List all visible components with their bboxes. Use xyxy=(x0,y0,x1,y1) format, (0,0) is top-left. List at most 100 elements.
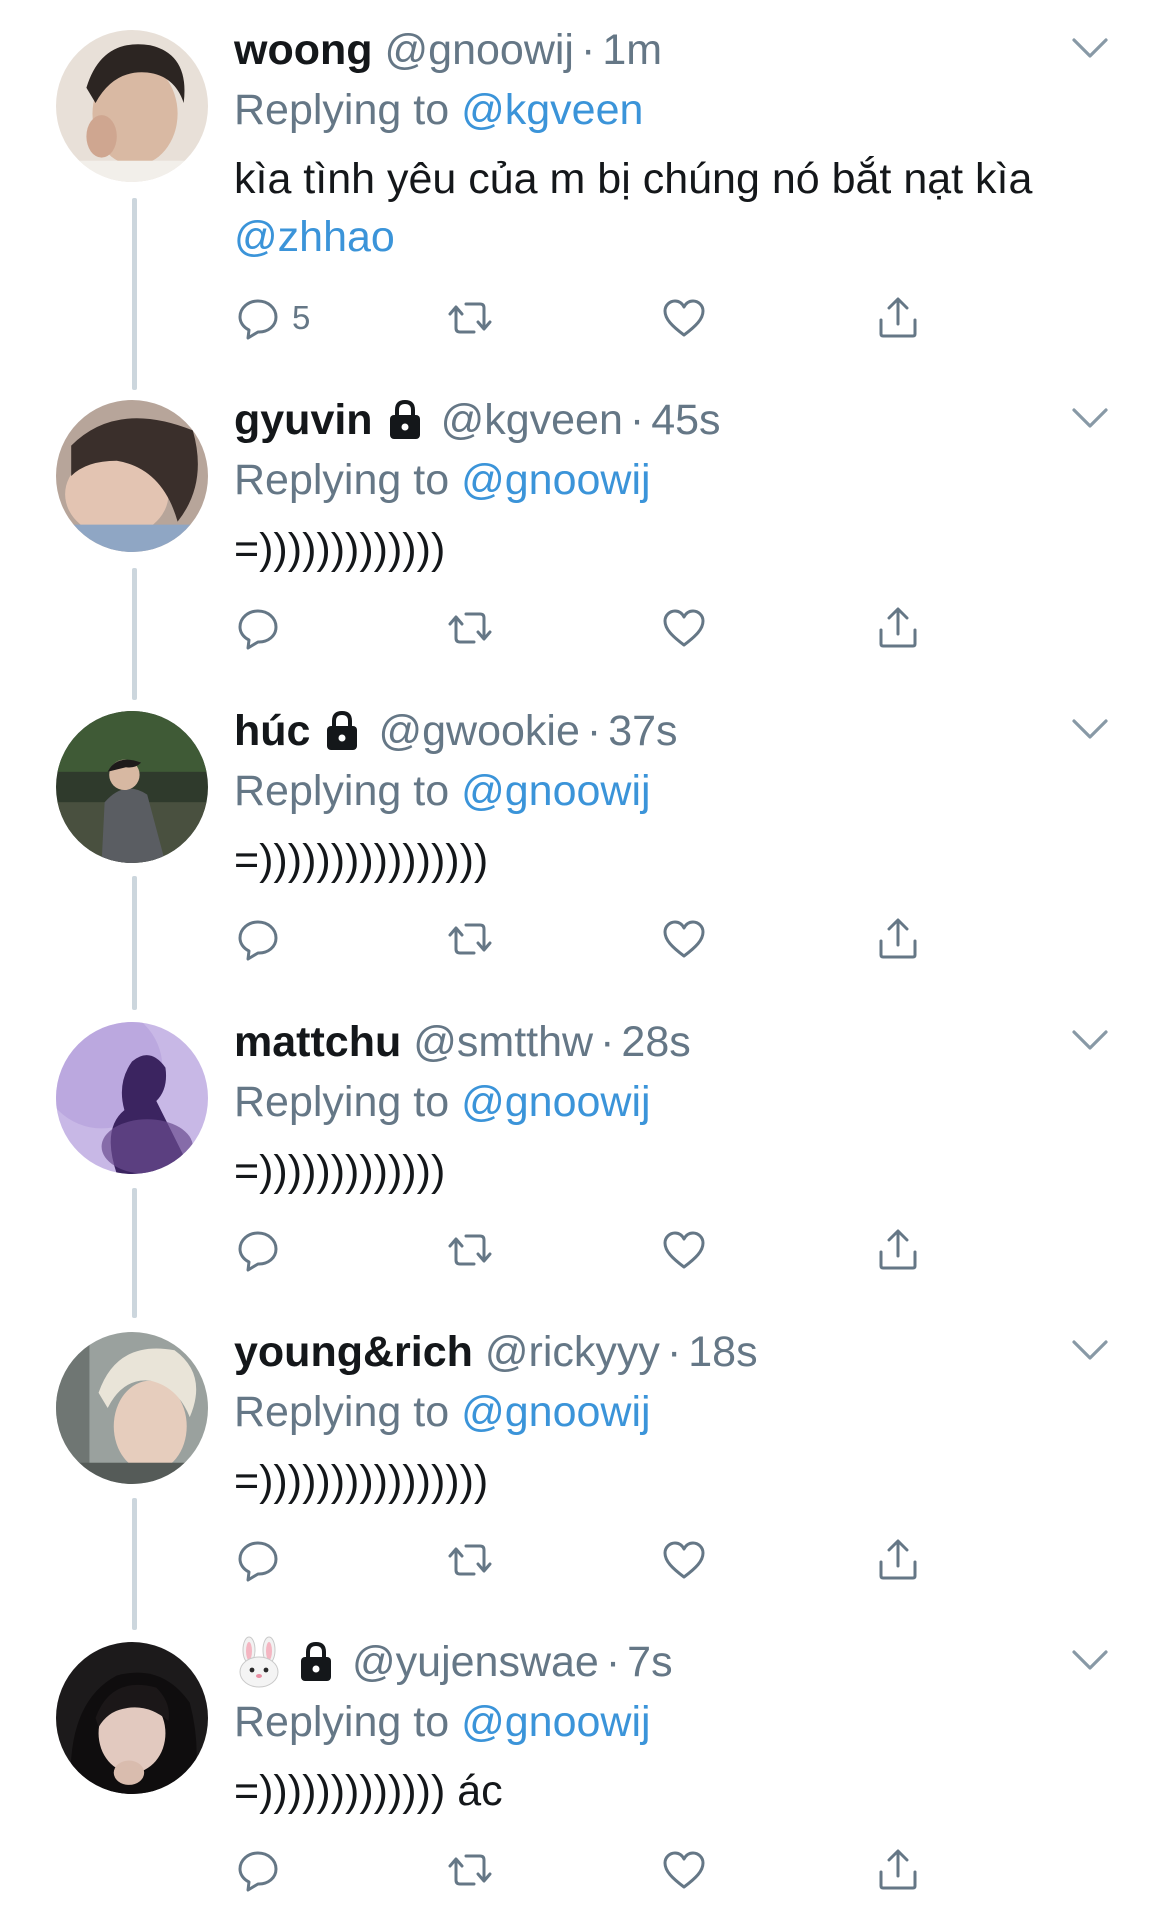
replying-to-line: Replying to @kgveen xyxy=(234,82,643,138)
reply-button[interactable]: 5 xyxy=(234,290,310,346)
replying-to-mention[interactable]: @gnoowij xyxy=(461,1698,650,1746)
comment-bubble-icon xyxy=(238,920,278,961)
tweet[interactable]: young&rich @rickyyy · 18s Replying to @g… xyxy=(0,1302,1162,1612)
display-name[interactable]: woong xyxy=(234,22,373,78)
avatar[interactable] xyxy=(56,1022,208,1174)
tweet[interactable]: mattchu @smtthw · 28s Replying to @gnoow… xyxy=(0,992,1162,1302)
reply-button[interactable] xyxy=(234,911,282,967)
chevron-down-icon[interactable] xyxy=(1070,34,1110,62)
share-button[interactable] xyxy=(874,600,922,656)
retweet-button[interactable] xyxy=(446,1842,494,1898)
reply-button[interactable] xyxy=(234,1842,282,1898)
replying-prefix: Replying to xyxy=(234,1698,450,1746)
replying-to-line: Replying to @gnoowij xyxy=(234,1384,651,1440)
replying-to-line: Replying to @gnoowij xyxy=(234,452,651,508)
reply-thread: woong @gnoowij · 1m Replying to @kgveen … xyxy=(0,0,1162,1920)
like-button[interactable] xyxy=(660,1532,708,1588)
action-bar: 5 xyxy=(234,290,954,346)
share-button[interactable] xyxy=(874,1222,922,1278)
separator-dot: · xyxy=(666,1328,682,1376)
reply-button[interactable] xyxy=(234,1222,282,1278)
tweet-text-mention[interactable]: @zhhao xyxy=(234,213,395,261)
avatar[interactable] xyxy=(56,1642,208,1794)
replying-prefix: Replying to xyxy=(234,1078,450,1126)
tweet-header: mattchu @smtthw · 28s xyxy=(234,1014,691,1070)
timestamp[interactable]: 28s xyxy=(621,1014,690,1070)
tweet-text: =))))))))))))) ác xyxy=(234,1762,1094,1820)
replying-to-mention[interactable]: @gnoowij xyxy=(461,767,650,815)
retweet-icon xyxy=(448,612,492,644)
display-name[interactable]: young&rich xyxy=(234,1324,473,1380)
display-name[interactable]: mattchu xyxy=(234,1014,401,1070)
share-button[interactable] xyxy=(874,1842,922,1898)
retweet-icon xyxy=(448,1544,492,1576)
display-name[interactable]: húc xyxy=(234,703,310,759)
timestamp[interactable]: 45s xyxy=(651,392,720,448)
like-button[interactable] xyxy=(660,1842,708,1898)
avatar-image xyxy=(56,711,208,863)
chevron-down-icon[interactable] xyxy=(1070,404,1110,432)
timestamp[interactable]: 37s xyxy=(608,703,677,759)
timestamp[interactable]: 1m xyxy=(602,22,662,78)
tweet[interactable]: @yujenswae · 7s Replying to @gnoowij =))… xyxy=(0,1612,1162,1922)
tweet[interactable]: gyuvin @kgveen · 45s Replying to @gnoowi… xyxy=(0,370,1162,680)
replying-to-line: Replying to @gnoowij xyxy=(234,763,651,819)
share-button[interactable] xyxy=(874,290,922,346)
share-button[interactable] xyxy=(874,911,922,967)
like-button[interactable] xyxy=(660,1222,708,1278)
comment-bubble-icon xyxy=(238,299,278,340)
avatar[interactable] xyxy=(56,30,208,182)
tweet-header: @yujenswae · 7s xyxy=(234,1634,673,1690)
like-button[interactable] xyxy=(660,600,708,656)
share-upload-icon xyxy=(879,297,917,338)
action-bar xyxy=(234,600,954,656)
tweet-header: húc @gwookie · 37s xyxy=(234,703,678,759)
share-upload-icon xyxy=(879,607,917,648)
retweet-button[interactable] xyxy=(446,911,494,967)
reply-count: 5 xyxy=(292,299,311,336)
user-handle[interactable]: @rickyyy xyxy=(485,1324,660,1380)
heart-icon xyxy=(663,609,705,647)
heart-icon xyxy=(663,299,705,337)
reply-button[interactable] xyxy=(234,600,282,656)
user-handle[interactable]: @yujenswae xyxy=(352,1634,599,1690)
chevron-down-icon[interactable] xyxy=(1070,715,1110,743)
display-name[interactable]: gyuvin xyxy=(234,392,373,448)
tweet-text-content: =)))))))))))))))) xyxy=(234,1457,489,1505)
reply-button[interactable] xyxy=(234,1532,282,1588)
timestamp[interactable]: 18s xyxy=(688,1324,757,1380)
replying-to-mention[interactable]: @gnoowij xyxy=(461,456,650,504)
replying-to-mention[interactable]: @kgveen xyxy=(461,86,643,134)
rabbit-face-emoji xyxy=(234,1636,284,1688)
replying-to-line: Replying to @gnoowij xyxy=(234,1694,651,1750)
avatar[interactable] xyxy=(56,711,208,863)
tweet[interactable]: húc @gwookie · 37s Replying to @gnoowij … xyxy=(0,681,1162,991)
retweet-button[interactable] xyxy=(446,600,494,656)
user-handle[interactable]: @kgveen xyxy=(441,392,623,448)
avatar[interactable] xyxy=(56,400,208,552)
replying-to-mention[interactable]: @gnoowij xyxy=(461,1388,650,1436)
like-button[interactable] xyxy=(660,290,708,346)
retweet-button[interactable] xyxy=(446,290,494,346)
chevron-down-icon[interactable] xyxy=(1070,1336,1110,1364)
tweet-text: =))))))))))))) xyxy=(234,520,1094,578)
heart-icon xyxy=(663,1851,705,1889)
user-handle[interactable]: @gnoowij xyxy=(385,22,574,78)
user-handle[interactable]: @smtthw xyxy=(413,1014,593,1070)
avatar-image xyxy=(56,1332,208,1484)
chevron-down-icon[interactable] xyxy=(1070,1026,1110,1054)
user-handle[interactable]: @gwookie xyxy=(378,703,579,759)
tweet-text-content: =)))))))))))))))) xyxy=(234,836,489,884)
heart-icon xyxy=(663,1541,705,1579)
separator-dot: · xyxy=(600,1018,615,1066)
retweet-button[interactable] xyxy=(446,1222,494,1278)
retweet-icon xyxy=(448,1854,492,1886)
tweet[interactable]: woong @gnoowij · 1m Replying to @kgveen … xyxy=(0,0,1162,340)
avatar[interactable] xyxy=(56,1332,208,1484)
chevron-down-icon[interactable] xyxy=(1070,1646,1110,1674)
like-button[interactable] xyxy=(660,911,708,967)
timestamp[interactable]: 7s xyxy=(627,1634,672,1690)
replying-to-mention[interactable]: @gnoowij xyxy=(461,1078,650,1126)
share-button[interactable] xyxy=(874,1532,922,1588)
retweet-button[interactable] xyxy=(446,1532,494,1588)
